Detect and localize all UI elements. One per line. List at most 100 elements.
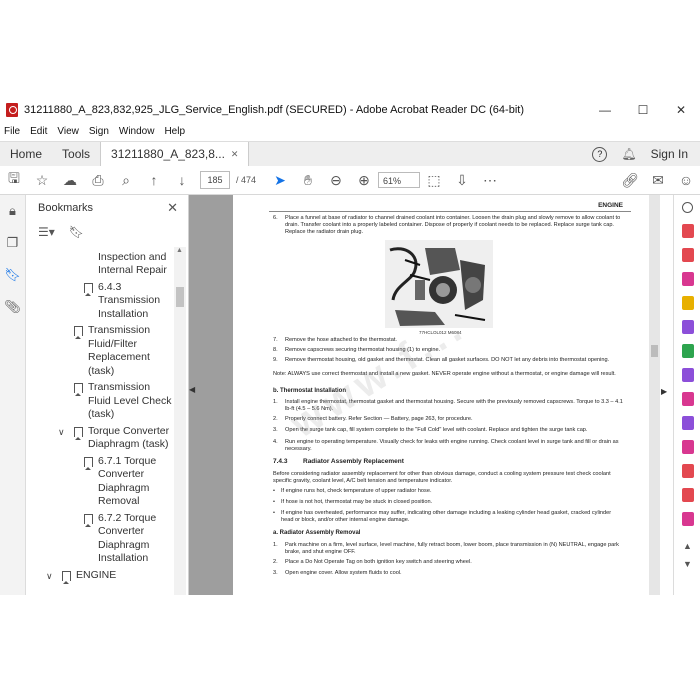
stamp-icon[interactable] [674, 507, 700, 531]
bookmark-flag-icon [74, 383, 83, 396]
bullet-1: If engine runs hot, check temperature of… [281, 488, 432, 494]
step-number: 6. [273, 215, 278, 221]
tab-document[interactable]: 31211880_A_823,8... ✕ [100, 142, 250, 166]
close-button[interactable]: ✕ [662, 97, 700, 123]
redact-icon-glyph [681, 392, 694, 406]
menu-edit[interactable]: Edit [26, 124, 53, 140]
bookmark-flag-icon [84, 456, 93, 470]
page-number-input[interactable]: 185 [200, 171, 230, 189]
organize-icon[interactable] [674, 339, 700, 363]
fill-sign-icon[interactable] [674, 435, 700, 459]
hand-tool-icon[interactable]: ✋︎ [294, 166, 322, 194]
bookmark-item[interactable]: 6.7.1 Torque Converter Diaphragm Removal [84, 454, 174, 509]
fit-page-icon[interactable]: ⬚ [420, 166, 448, 194]
bookmarks-panel-icon[interactable]: 🔖︎ [0, 259, 25, 291]
bookmark-options-icon[interactable]: ☰▾ [38, 225, 55, 239]
scroll-up-icon[interactable]: ▲ [176, 247, 183, 254]
create-pdf-icon[interactable] [674, 243, 700, 267]
maximize-button[interactable]: ☐ [624, 97, 662, 123]
zoom-out-icon[interactable]: ⊖ [322, 166, 350, 194]
help-icon[interactable]: ? [592, 146, 608, 162]
rich-media-icon[interactable] [674, 459, 700, 483]
send-icon-glyph [681, 368, 694, 382]
page-header: ENGINE [598, 202, 623, 209]
edit-pdf-icon[interactable] [674, 267, 700, 291]
search-tool-icon[interactable] [674, 195, 700, 219]
bookmarks-panel: Bookmarks ✕ ☰▾ 🔖︎ Transmission Inspectio… [26, 195, 189, 595]
bookmarks-scrollbar[interactable]: ▲ [174, 247, 186, 595]
attachments-icon[interactable]: 📎︎ [0, 291, 25, 323]
tools-scroll-up-icon[interactable]: ▲ [683, 541, 692, 551]
redact-icon[interactable] [674, 387, 700, 411]
bookmark-item[interactable]: ∨ Torque Converter Diaphragm (task) [58, 425, 174, 452]
select-cursor-icon[interactable]: ➤ [266, 166, 294, 194]
upload-cloud-icon[interactable]: ☁ [56, 166, 84, 194]
document-viewport: ◀ ENGINE 6. Place a funnel at base of ra… [189, 195, 660, 595]
bookmark-star-icon[interactable]: ☆ [28, 166, 56, 194]
bookmark-item[interactable]: Transmission Inspection and Internal Rep… [98, 247, 174, 278]
close-panel-icon[interactable]: ✕ [167, 200, 178, 216]
sign-in-link[interactable]: Sign In [651, 147, 688, 161]
tab-close-icon[interactable]: ✕ [231, 142, 239, 166]
menu-sign[interactable]: Sign [85, 124, 115, 140]
edit-pdf-icon-glyph [681, 272, 694, 286]
more-options-icon[interactable]: ⋯ [476, 166, 504, 194]
bookmark-flag-icon [62, 570, 71, 584]
tab-document-label: 31211880_A_823,8... [111, 147, 225, 161]
comment-icon[interactable] [674, 291, 700, 315]
send-icon[interactable] [674, 363, 700, 387]
menu-view[interactable]: View [53, 124, 85, 140]
combine-icon[interactable] [674, 315, 700, 339]
export-pdf-icon[interactable] [674, 219, 700, 243]
bookmark-item[interactable]: ∨ ENGINE [46, 569, 174, 584]
email-icon[interactable]: ✉ [644, 166, 672, 194]
lock-icon[interactable]: 🔒︎ [0, 195, 25, 227]
bookmark-item[interactable]: Transmission Fluid Level Check (task) [74, 381, 174, 422]
next-page-icon[interactable]: ↓ [168, 166, 196, 194]
tools-scroll-down-icon[interactable]: ▼ [683, 559, 692, 569]
protect-icon[interactable] [674, 411, 700, 435]
page-thumbnails-icon[interactable]: ❐ [0, 227, 25, 259]
menu-file[interactable]: File [0, 124, 26, 140]
collapse-left-panel-icon[interactable]: ◀ [189, 385, 199, 394]
menu-window[interactable]: Window [115, 124, 161, 140]
bookmarks-title: Bookmarks [38, 202, 94, 214]
document-scrollbar[interactable] [649, 195, 660, 595]
chevron-down-icon[interactable]: ∨ [58, 426, 65, 440]
zoom-in-icon[interactable]: ⊕ [350, 166, 378, 194]
bullet-2: If hose is not hot, thermostat may be st… [281, 499, 433, 505]
new-bookmark-icon[interactable]: 🔖︎ [69, 225, 84, 239]
chevron-down-icon[interactable]: ∨ [46, 570, 53, 584]
share-user-icon[interactable]: ☺ [672, 166, 700, 194]
menu-help[interactable]: Help [160, 124, 191, 140]
bookmark-item[interactable]: Transmission Fluid/Filter Replacement (t… [74, 324, 174, 378]
notification-bell-icon[interactable]: 🔔︎ [621, 147, 636, 161]
bookmark-item[interactable]: 6.7.2 Torque Converter Diaphragm Install… [84, 512, 174, 566]
bookmark-flag-icon [74, 326, 83, 339]
step-b4: Run engine to operating temperature. Vis… [285, 439, 619, 452]
note: Note: ALWAYS use correct thermostat and … [273, 371, 616, 377]
scroll-mode-icon[interactable]: ⇩ [448, 166, 476, 194]
step-9: Remove thermostat housing, old gasket an… [285, 357, 610, 363]
section-intro: Before considering radiator assembly rep… [273, 471, 611, 484]
print-icon[interactable]: ⎙ [84, 166, 112, 194]
bookmark-label: 6.7.1 Torque Converter Diaphragm Removal [98, 454, 157, 508]
search-tool-icon-glyph [682, 201, 693, 213]
bookmark-label: Transmission Fluid/Filter Replacement (t… [88, 324, 151, 377]
save-icon[interactable]: 🖫︎ [0, 166, 28, 194]
more-tools-icon[interactable] [674, 483, 700, 507]
tab-tools[interactable]: Tools [52, 142, 100, 166]
zoom-search-icon[interactable]: ⌕ [112, 166, 140, 194]
collapse-right-panel-icon[interactable]: ▶ [661, 387, 671, 396]
step-a2: Place a Do Not Operate Tag on both ignit… [285, 559, 472, 565]
link-icon[interactable]: 🔗︎ [616, 166, 644, 194]
zoom-select[interactable]: 61% [378, 172, 421, 188]
minimize-button[interactable]: — [586, 97, 624, 123]
bookmark-tree: Transmission Inspection and Internal Rep… [26, 247, 174, 595]
previous-page-icon[interactable]: ↑ [140, 166, 168, 194]
comment-icon-glyph [681, 296, 694, 310]
scrollbar-thumb[interactable] [651, 345, 658, 357]
tab-home[interactable]: Home [0, 142, 52, 166]
scrollbar-thumb[interactable] [176, 287, 184, 307]
bookmark-item[interactable]: 6.4.3 Transmission Installation [84, 281, 174, 322]
